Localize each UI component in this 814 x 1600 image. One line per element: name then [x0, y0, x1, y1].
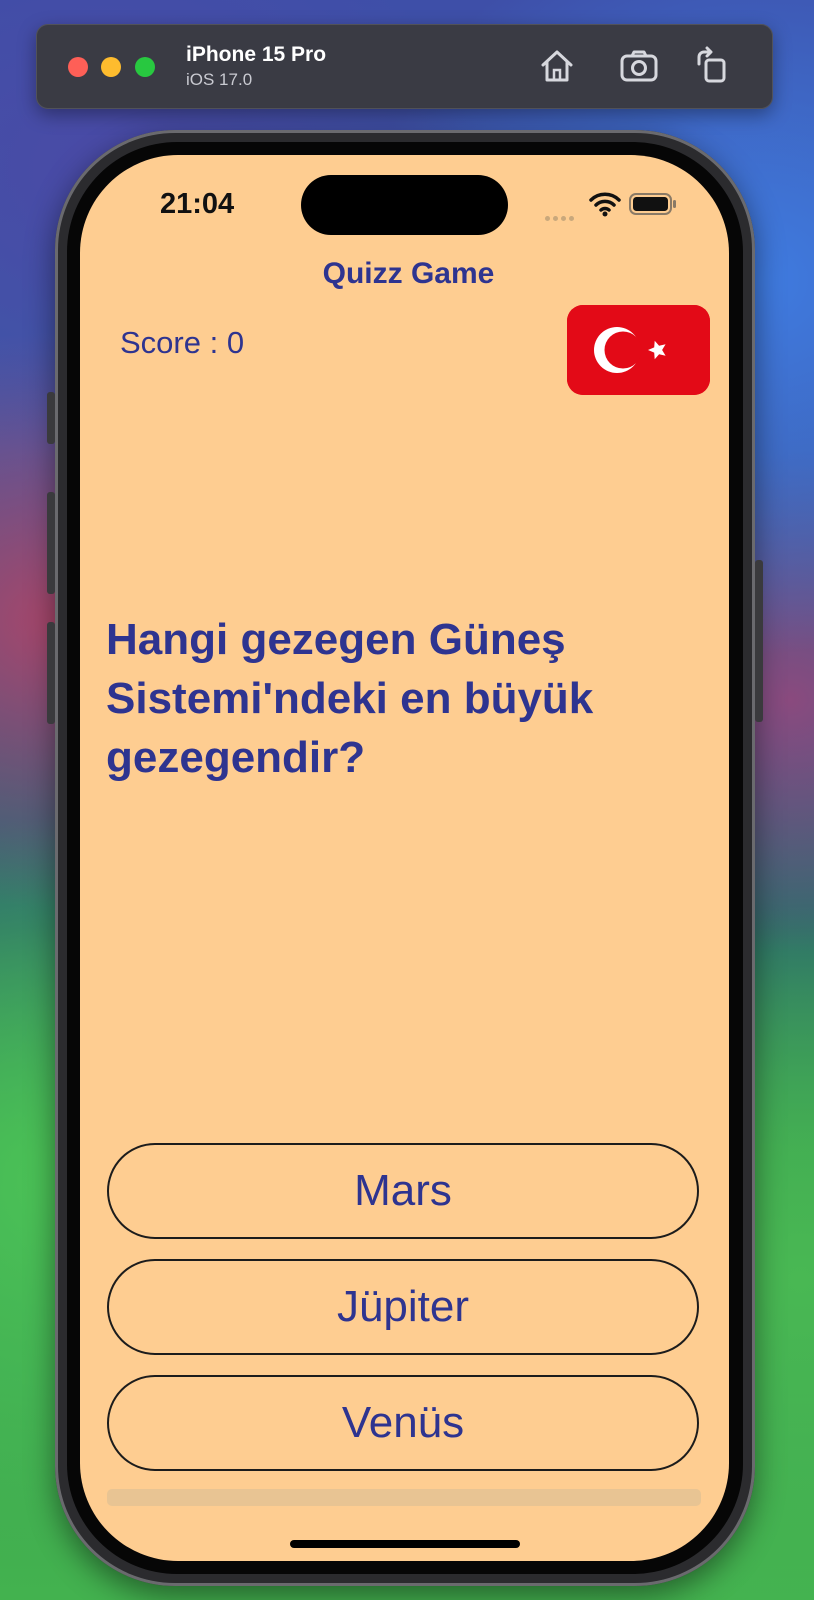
zoom-window-button[interactable] — [135, 57, 155, 77]
dynamic-island — [301, 175, 508, 235]
home-indicator[interactable] — [290, 1540, 520, 1548]
screenshot-icon[interactable] — [619, 46, 659, 86]
status-time: 21:04 — [160, 188, 235, 220]
answer-button-1[interactable]: Mars — [107, 1143, 699, 1239]
simulator-device-name: iPhone 15 Pro — [186, 43, 327, 66]
simulator-os-version: iOS 17.0 — [186, 70, 253, 89]
progress-bar — [107, 1489, 701, 1506]
power-button — [755, 560, 763, 722]
app-screen: 21:04 Quizz Game Score : 0 Hangi gezegen… — [80, 155, 729, 1561]
action-button — [47, 392, 55, 444]
volume-down-button — [47, 622, 55, 724]
wifi-icon — [589, 191, 621, 217]
answer-button-2[interactable]: Jüpiter — [107, 1259, 699, 1355]
battery-icon — [629, 192, 677, 216]
home-icon[interactable] — [537, 46, 577, 86]
turkey-flag-icon — [567, 305, 710, 395]
question-text: Hangi gezegen Güneş Sistemi'ndeki en büy… — [106, 615, 594, 782]
volume-up-button — [47, 492, 55, 594]
minimize-window-button[interactable] — [101, 57, 121, 77]
cellular-signal-icon — [545, 208, 581, 221]
app-title: Quizz Game — [322, 257, 495, 290]
language-flag-button[interactable] — [567, 305, 710, 395]
close-window-button[interactable] — [68, 57, 88, 77]
score-label: Score : 0 — [120, 325, 245, 360]
answer-button-3[interactable]: Venüs — [107, 1375, 699, 1471]
rotate-icon[interactable] — [693, 46, 733, 86]
